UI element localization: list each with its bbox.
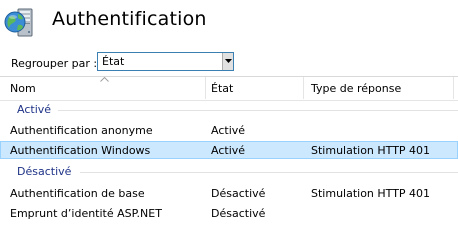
page-title: Authentification [52,8,207,30]
column-divider[interactable] [453,77,454,99]
group-by-label: Regrouper par : [11,57,98,70]
cell-state: Désactivé [211,187,266,200]
cell-state: Activé [211,124,246,137]
group-divider [58,110,458,111]
cell-response-type: Stimulation HTTP 401 [311,187,431,200]
group-by-dropdown[interactable]: État [97,52,234,71]
group-header-disabled[interactable]: Désactivé [0,163,458,181]
authentication-list[interactable]: Nom État Type de réponse Activé Authenti… [0,76,458,225]
cell-name: Authentification Windows [10,144,151,157]
group-by-selected-value: État [102,55,125,68]
group-header-label: Désactivé [17,165,72,178]
iis-server-globe-icon [4,7,40,39]
list-item[interactable]: Emprunt d’identité ASP.NET Désactivé [0,204,458,222]
column-header-response-type[interactable]: Type de réponse [311,82,401,95]
dropdown-button[interactable] [222,53,233,70]
column-divider[interactable] [205,77,206,99]
cell-name: Emprunt d’identité ASP.NET [10,207,162,220]
chevron-down-icon [225,59,232,63]
group-header-label: Activé [17,103,52,116]
column-header-state[interactable]: État [211,82,233,95]
column-header-name[interactable]: Nom [10,82,36,95]
column-divider[interactable] [303,77,304,99]
cell-response-type: Stimulation HTTP 401 [311,144,431,157]
cell-name: Authentification de base [10,187,145,200]
list-item[interactable]: Authentification anonyme Activé [0,121,458,139]
cell-state: Désactivé [211,207,266,220]
cell-name: Authentification anonyme [10,124,153,137]
column-headers: Nom État Type de réponse [0,77,458,101]
cell-state: Activé [211,144,246,157]
group-header-active[interactable]: Activé [0,101,458,119]
group-divider [80,172,458,173]
sort-ascending-icon [100,77,109,82]
list-item-selected[interactable]: Authentification Windows Activé Stimulat… [0,141,458,159]
list-item[interactable]: Authentification de base Désactivé Stimu… [0,184,458,202]
feature-header: Authentification [0,0,458,46]
